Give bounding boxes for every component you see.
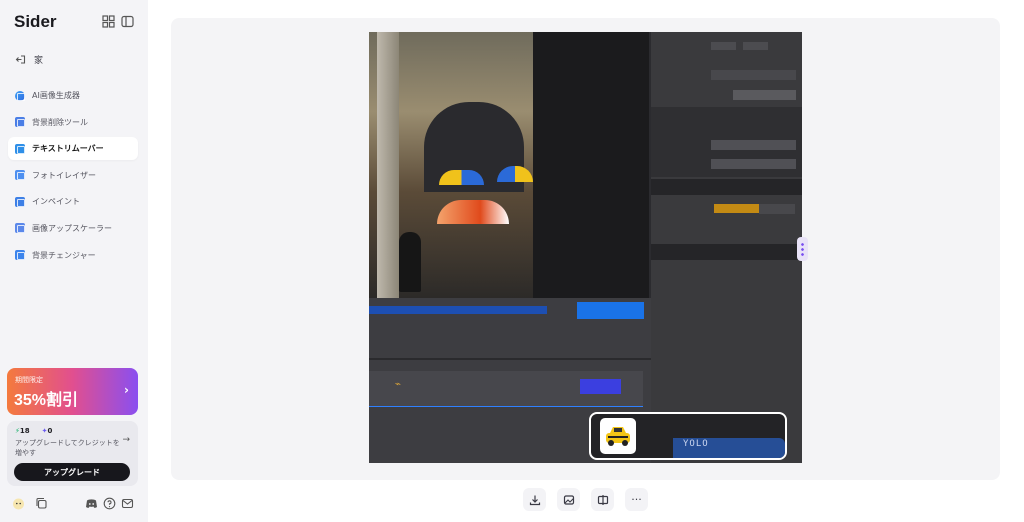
nav-item-inpaint[interactable]: インペイント bbox=[8, 190, 138, 213]
timeline-selection bbox=[580, 379, 621, 394]
nav-item-label: 背景削除ツール bbox=[32, 117, 88, 127]
preview-area bbox=[533, 32, 649, 298]
nav-item-background-changer[interactable]: 背景チェンジャー bbox=[8, 244, 138, 267]
nav-item-image-upscaler[interactable]: 画像アップスケーラー bbox=[8, 217, 138, 240]
taxi-graphic bbox=[606, 427, 630, 446]
primary-action-area bbox=[577, 302, 644, 319]
more-icon: ··· bbox=[631, 493, 642, 506]
panel-section-header bbox=[651, 179, 802, 195]
nav-item-label: テキストリムーバー bbox=[32, 144, 104, 154]
background-remover-icon bbox=[15, 117, 25, 128]
panel-button bbox=[743, 42, 768, 50]
brand-logo[interactable]: Sider bbox=[14, 12, 57, 32]
help-icon[interactable] bbox=[103, 497, 116, 510]
gem-credit-value: 0 bbox=[47, 427, 53, 435]
panel-field bbox=[711, 140, 796, 150]
nav-home[interactable]: 家 bbox=[8, 49, 138, 69]
download-icon bbox=[529, 495, 540, 505]
download-button[interactable] bbox=[523, 488, 546, 511]
gem-credit: ✦0 bbox=[42, 427, 53, 435]
street-photo bbox=[369, 32, 533, 298]
compare-icon bbox=[597, 494, 608, 505]
tool-nav: AI画像生成器 背景削除ツール テキストリムーバー フォトイレイザー インペイン… bbox=[8, 84, 138, 270]
taxi-icon bbox=[600, 418, 636, 454]
grid-icon[interactable] bbox=[102, 15, 115, 28]
credit-counts: ⚡18 ✦0 bbox=[15, 427, 52, 435]
more-options-button[interactable]: ··· bbox=[625, 488, 648, 511]
photo-eraser-icon bbox=[15, 170, 25, 181]
building-column bbox=[377, 32, 399, 298]
progress-track bbox=[369, 306, 547, 314]
nav-item-label: インペイント bbox=[32, 197, 80, 207]
overlay-label: YOLO bbox=[683, 439, 709, 449]
nav-item-label: AI画像生成器 bbox=[32, 91, 80, 100]
panel-field bbox=[759, 204, 795, 214]
nav-item-background-remover[interactable]: 背景削除ツール bbox=[8, 111, 138, 134]
text-remover-icon bbox=[15, 143, 25, 154]
promo-title: 35%割引 bbox=[14, 392, 79, 409]
thumbnail-overlay[interactable]: YOLO bbox=[589, 412, 787, 460]
umbrella bbox=[439, 170, 484, 185]
compare-button[interactable] bbox=[591, 488, 614, 511]
highlight-bar bbox=[714, 204, 759, 213]
panel-field bbox=[711, 70, 796, 80]
credit-box: ⚡18 ✦0 アップグレードしてクレジットを増やす → アップグレード bbox=[7, 421, 138, 486]
sidebar: Sider 家 AI画像生成器 背景削除ツール テキストリムーバー フォトイレイ… bbox=[0, 0, 148, 522]
edit-image-button[interactable] bbox=[557, 488, 580, 511]
edited-image[interactable]: ⌁ bbox=[369, 32, 802, 463]
background-changer-icon bbox=[15, 250, 25, 261]
bolt-credit: ⚡18 bbox=[15, 427, 30, 435]
panel-button bbox=[711, 42, 736, 50]
nav-home-label: 家 bbox=[34, 55, 44, 66]
drag-handle[interactable] bbox=[797, 237, 808, 261]
nav-item-text-remover[interactable]: テキストリムーバー bbox=[8, 137, 138, 161]
nav-item-photo-eraser[interactable]: フォトイレイザー bbox=[8, 164, 138, 187]
panel-section-header bbox=[651, 244, 802, 260]
sidebar-footer bbox=[0, 497, 148, 515]
chevron-right-icon: › bbox=[124, 383, 129, 397]
zigzag-mark: ⌁ bbox=[395, 379, 402, 390]
sidebar-top-icons bbox=[102, 15, 134, 28]
bolt-credit-value: 18 bbox=[19, 427, 30, 435]
promo-banner[interactable]: 期間限定 35%割引 › bbox=[7, 368, 138, 415]
panel-field bbox=[733, 90, 796, 100]
image-toolbar: ··· bbox=[523, 488, 648, 511]
mail-icon[interactable] bbox=[121, 497, 134, 510]
image-edit-icon bbox=[563, 494, 574, 505]
promo-subtitle: 期間限定 bbox=[15, 376, 43, 384]
credit-upgrade-text: アップグレードしてクレジットを増やす bbox=[15, 439, 120, 457]
ai-image-icon bbox=[15, 90, 25, 101]
nav-item-label: 画像アップスケーラー bbox=[32, 223, 112, 233]
nav-item-label: 背景チェンジャー bbox=[32, 250, 96, 260]
copy-icon[interactable] bbox=[35, 497, 48, 510]
panel-field bbox=[711, 159, 796, 169]
upscaler-icon bbox=[15, 223, 25, 234]
sidebar-toggle-icon[interactable] bbox=[121, 15, 134, 28]
timeline-bar: ⌁ bbox=[369, 371, 643, 407]
discord-icon[interactable] bbox=[85, 497, 98, 510]
avatar[interactable] bbox=[12, 497, 25, 510]
upgrade-button[interactable]: アップグレード bbox=[14, 463, 130, 481]
nav-item-ai-image-generator[interactable]: AI画像生成器 bbox=[8, 84, 138, 107]
umbrella bbox=[497, 166, 533, 182]
inpaint-icon bbox=[15, 196, 25, 207]
divider bbox=[369, 358, 651, 360]
nav-item-label: フォトイレイザー bbox=[32, 170, 96, 180]
umbrella bbox=[437, 200, 509, 224]
arrow-right-icon[interactable]: → bbox=[122, 435, 130, 445]
properties-panel bbox=[651, 32, 802, 463]
pedestrian bbox=[399, 232, 421, 292]
grip-dots-icon bbox=[800, 242, 805, 256]
back-arrow-icon bbox=[15, 54, 26, 64]
